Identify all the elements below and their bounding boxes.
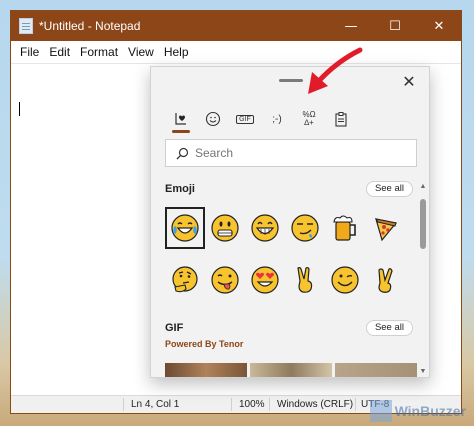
kaomoji-icon: ;-) xyxy=(272,113,282,125)
scroll-down-arrow-icon[interactable]: ▼ xyxy=(419,368,427,375)
emoji-panel-tabs: GIF ;-) %Ω ∆+ xyxy=(165,107,357,133)
menu-file[interactable]: File xyxy=(15,45,44,59)
maximize-button[interactable]: ☐ xyxy=(373,11,417,41)
gif-thumbnail[interactable] xyxy=(335,363,417,377)
emoji-row xyxy=(165,259,405,301)
face-with-tears-of-joy-icon[interactable] xyxy=(165,207,206,249)
beer-mug-icon[interactable] xyxy=(325,207,365,249)
text-caret xyxy=(19,102,20,116)
gif-thumbnail[interactable] xyxy=(250,363,332,377)
symbols-icon: %Ω ∆+ xyxy=(302,110,316,127)
gif-thumbnail[interactable] xyxy=(165,363,247,377)
emoji-see-all-button[interactable]: See all xyxy=(365,181,413,197)
status-zoom: 100% xyxy=(239,399,265,410)
tab-clipboard[interactable] xyxy=(325,107,357,131)
status-separator xyxy=(269,398,270,411)
emoji-panel: ✕ GIF ;-) %Ω ∆+ Search Emoji See all ▲ ▼… xyxy=(150,66,430,378)
menu-help[interactable]: Help xyxy=(159,45,194,59)
emoji-search-box[interactable] xyxy=(165,139,417,167)
watermark-logo-icon xyxy=(369,400,392,422)
smiley-icon xyxy=(205,111,221,127)
heart-eyes-face-icon[interactable] xyxy=(245,259,285,301)
heart-icon xyxy=(175,113,186,125)
minimize-button[interactable]: — xyxy=(329,11,373,41)
crossed-fingers-icon[interactable] xyxy=(365,259,405,301)
tab-symbols[interactable]: %Ω ∆+ xyxy=(293,107,325,131)
tab-emoji[interactable] xyxy=(197,107,229,131)
grinning-face-icon[interactable] xyxy=(245,207,285,249)
gif-provider-label: Powered By Tenor xyxy=(165,339,244,349)
title-bar[interactable]: *Untitled - Notepad — ☐ ✕ xyxy=(11,11,461,41)
panel-close-button[interactable]: ✕ xyxy=(399,73,419,93)
emoji-row xyxy=(165,207,405,249)
winking-tongue-face-icon[interactable] xyxy=(205,259,245,301)
menu-bar: File Edit Format View Help xyxy=(11,41,461,63)
gif-thumbnails xyxy=(165,363,417,377)
status-line-ending: Windows (CRLF) xyxy=(277,399,354,410)
watermark-text: WinBuzzer xyxy=(394,403,466,419)
gif-see-all-button[interactable]: See all xyxy=(365,320,413,336)
thinking-face-icon[interactable] xyxy=(165,259,205,301)
winking-face-icon[interactable] xyxy=(325,259,365,301)
annotation-arrow xyxy=(308,47,363,94)
status-separator xyxy=(123,398,124,411)
status-separator xyxy=(231,398,232,411)
clipboard-icon xyxy=(335,112,347,127)
pizza-icon[interactable] xyxy=(365,207,405,249)
menu-format[interactable]: Format xyxy=(75,45,123,59)
emoji-panel-scrollbar[interactable]: ▲ ▼ xyxy=(419,183,427,375)
menu-view[interactable]: View xyxy=(123,45,159,59)
menu-edit[interactable]: Edit xyxy=(44,45,75,59)
grimacing-face-icon[interactable] xyxy=(205,207,245,249)
status-position: Ln 4, Col 1 xyxy=(131,399,180,410)
smirking-face-icon[interactable] xyxy=(285,207,325,249)
gif-icon: GIF xyxy=(236,114,254,124)
notepad-icon xyxy=(19,18,33,34)
status-separator xyxy=(355,398,356,411)
scroll-up-arrow-icon[interactable]: ▲ xyxy=(419,183,427,190)
search-icon xyxy=(176,147,189,159)
emoji-section-title: Emoji xyxy=(165,183,195,195)
watermark: WinBuzzer xyxy=(369,400,466,422)
window-title: *Untitled - Notepad xyxy=(39,19,141,33)
victory-hand-icon[interactable] xyxy=(285,259,325,301)
scrollbar-thumb[interactable] xyxy=(420,199,426,249)
gif-section-title: GIF xyxy=(165,322,184,334)
emoji-grid xyxy=(165,207,405,311)
tab-kaomoji[interactable]: ;-) xyxy=(261,107,293,131)
tab-recent-heart-icon[interactable] xyxy=(165,107,197,133)
emoji-search-input[interactable] xyxy=(195,146,395,160)
close-button[interactable]: ✕ xyxy=(417,11,461,41)
tab-gif[interactable]: GIF xyxy=(229,107,261,131)
